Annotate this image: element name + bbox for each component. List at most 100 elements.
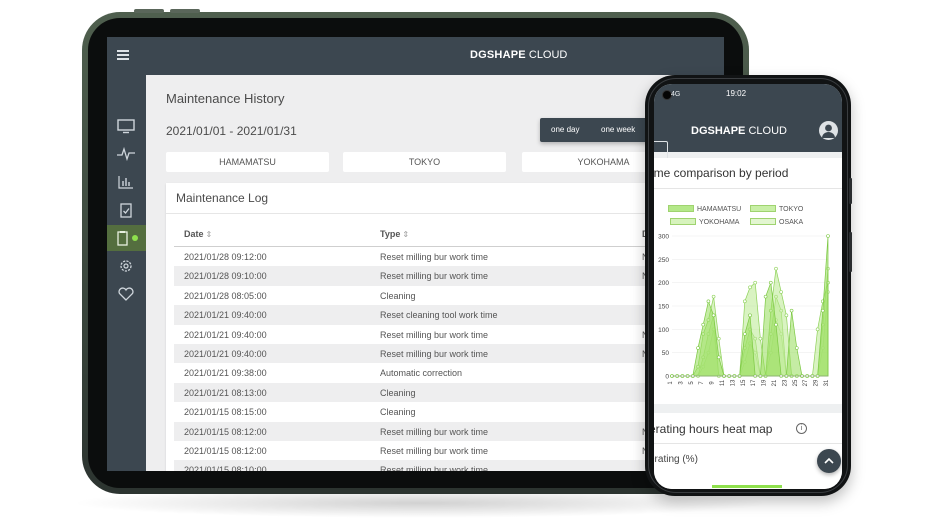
phone-side-button [849,178,852,204]
phone-screen: 4G 19:02 DGSHAPE CLOUD ime comparison by… [654,84,842,489]
y-tick-label: 300 [658,234,669,241]
table-cell-type: Reset milling bur work time [380,426,489,437]
table-cell-date: 2021/01/28 09:10:00 [184,271,267,282]
period-one-week-button[interactable]: one week [601,125,635,134]
phone-top-bar: DGSHAPE CLOUD [654,106,842,163]
chevron-up-icon [824,457,834,464]
legend-item-osaka[interactable]: OSAKA [750,218,803,226]
column-header-date[interactable]: Date ⇕ [184,229,212,239]
x-tick-label: 27 [803,379,809,386]
table-cell-date: 2021/01/28 09:12:00 [184,252,267,262]
location-tokyo-button[interactable]: TOKYO [343,152,506,172]
table-cell-type: Cleaning [380,407,416,418]
y-tick-label: 250 [658,257,669,264]
table-row[interactable]: 2021/01/15 08:12:00 Reset milling bur wor… [174,441,724,460]
table-cell-type: Reset milling bur work time [380,252,489,262]
x-tick-label: 3 [678,381,684,385]
sidebar [107,75,146,471]
legend-item-yokohama[interactable]: YOKOHAMA [670,218,739,226]
table-row[interactable]: 2021/01/21 09:38:00 Automatic correction [174,363,724,382]
bar-chart-icon [118,176,133,189]
data-point [789,308,794,313]
table-row[interactable]: 2021/01/21 09:40:00 Reset cleaning tool w… [174,305,724,325]
sidebar-item-monitor[interactable] [107,113,146,139]
y-tick-label: 0 [665,374,669,381]
phone-status-bar: 4G 19:02 [654,84,842,106]
table-cell-date: 2021/01/21 09:40:00 [184,348,267,359]
y-tick-label: 50 [662,350,670,357]
table-cell-date: 2021/01/21 09:38:00 [184,368,267,379]
table-row[interactable]: 2021/01/15 08:15:00 Cleaning [174,402,724,421]
data-point [696,346,700,350]
x-tick-label: 5 [689,381,695,385]
divider [654,188,842,189]
table-cell-date: 2021/01/15 08:10:00 [184,465,267,471]
table-row[interactable]: 2021/01/15 08:10:00 Reset milling bur wor… [174,460,724,471]
legend-item-tokyo[interactable]: TOKYO [750,205,803,213]
period-one-day-button[interactable]: one day [551,125,579,134]
data-point [769,280,773,285]
x-tick-label: 23 [782,379,788,386]
sidebar-item-analytics[interactable] [107,169,146,195]
data-point [743,332,747,336]
x-tick-label: 19 [762,379,768,386]
maintenance-log-title: Maintenance Log [176,191,269,205]
tablet-volume-button [134,9,164,13]
network-indicator: 4G [671,91,681,98]
x-tick-label: 13 [730,379,736,386]
sidebar-item-favorites[interactable] [107,281,146,307]
data-point [774,266,778,271]
x-tick-label: 7 [699,381,705,385]
data-point [753,280,757,285]
data-point [815,327,820,332]
sidebar-item-maintenance[interactable] [107,225,146,251]
column-header-type[interactable]: Type ⇕ [380,229,409,239]
tablet-screen: DGSHAPE CLOUD Maintenance History 2021/0… [107,37,724,471]
table-cell-type: Reset milling bur work time [380,271,489,282]
data-point [774,322,778,327]
data-point [711,313,716,318]
y-tick-label: 150 [658,304,669,311]
user-icon [822,124,835,138]
info-icon[interactable]: i [796,423,807,434]
table-cell-date: 2021/01/21 09:40:00 [184,329,267,340]
legend-item-hamamatsu[interactable]: HAMAMATSU [668,205,741,213]
x-tick-label: 31 [824,379,830,386]
status-time: 19:02 [726,89,747,98]
x-tick-label: 11 [720,379,726,386]
data-point [758,336,763,341]
table-row[interactable]: 2021/01/21 09:40:00 Reset milling bur wor… [174,343,724,364]
data-point [701,322,706,327]
table-row[interactable]: 2021/01/28 09:12:00 Reset milling bur wor… [174,247,724,266]
sidebar-item-settings[interactable] [107,253,146,279]
data-point [784,313,789,318]
location-hamamatsu-button[interactable]: HAMAMATSU [166,152,329,172]
data-point [795,346,799,350]
scroll-top-button[interactable] [817,449,841,473]
data-point [717,336,721,341]
card-title: ime comparison by period [654,166,789,180]
table-row[interactable]: 2021/01/28 08:05:00 Cleaning [174,286,724,305]
bottom-accent-bar [712,485,782,488]
x-tick-label: 9 [710,381,716,385]
sidebar-item-tasks[interactable] [107,197,146,223]
data-point [779,290,783,294]
data-point [821,308,825,313]
x-tick-label: 21 [772,379,778,386]
divider [166,213,724,214]
hamburger-menu-icon[interactable] [117,50,129,60]
table-row[interactable]: 2021/01/15 08:12:00 Reset milling bur wor… [174,421,724,441]
x-tick-label: 29 [814,379,820,386]
table-row[interactable]: 2021/01/21 08:13:00 Cleaning [174,382,724,403]
table-row[interactable]: 2021/01/21 09:40:00 Reset milling bur wor… [174,325,724,344]
heart-icon [118,287,134,301]
date-range[interactable]: 2021/01/01 - 2021/01/31 [166,124,297,138]
sidebar-item-activity[interactable] [107,141,146,167]
app-brand: DGSHAPE CLOUD [691,125,787,137]
table-row[interactable]: 2021/01/28 09:10:00 Reset milling bur wor… [174,266,724,286]
sort-icon: ⇕ [402,230,410,239]
main-content: Maintenance History 2021/01/01 - 2021/01… [146,75,724,471]
tablet-power-button [170,9,200,13]
avatar[interactable] [819,121,838,140]
y-tick-label: 100 [658,327,669,334]
